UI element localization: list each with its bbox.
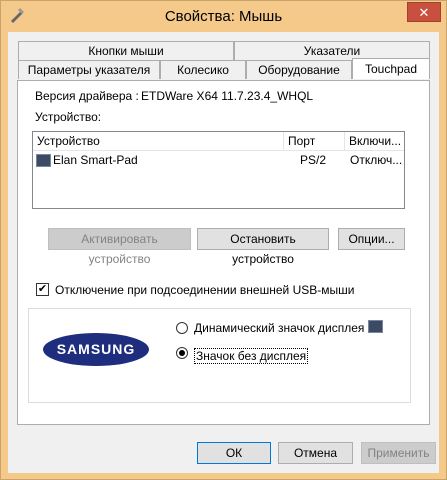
usb-disable-label: Отключение при подсоединении внешней USB… — [55, 283, 355, 297]
window-title: Свойства: Мышь — [164, 8, 283, 25]
tab-touchpad[interactable]: Touchpad — [352, 58, 430, 79]
stop-device-button[interactable]: Остановить устройство — [197, 228, 329, 266]
cancel-button[interactable]: Отмена — [278, 442, 353, 464]
tab-mouse-buttons[interactable]: Кнопки мыши — [18, 41, 234, 60]
usb-disable-checkbox[interactable]: ✔ — [36, 283, 49, 296]
radio-dynamic-label: Динамический значок дисплея — [194, 321, 365, 335]
column-port[interactable]: Порт — [284, 132, 345, 151]
driver-version-value: ETDWare X64 11.7.23.4_WHQL — [141, 89, 314, 103]
device-list-header: Устройство Порт Включи... — [33, 132, 404, 151]
device-enabled-status: Отключ... — [350, 153, 403, 167]
close-button[interactable]: ✕ — [407, 2, 441, 22]
device-row[interactable]: Elan Smart-Pad PS/2 Отключ... — [34, 151, 403, 169]
dynamic-icon-preview-icon — [368, 320, 383, 333]
tab-hardware[interactable]: Оборудование — [246, 60, 352, 79]
driver-version-label: Версия драйвера : — [35, 89, 139, 103]
radio-selected-dot — [179, 350, 185, 356]
tab-row-bottom: Параметры указателя Колесико Оборудовани… — [18, 58, 430, 79]
radio-static-icon[interactable] — [176, 347, 188, 359]
tab-wheel[interactable]: Колесико — [160, 60, 246, 79]
options-button[interactable]: Опции... — [338, 228, 405, 250]
device-port: PS/2 — [300, 153, 327, 167]
dialog-client-area: Кнопки мыши Указатели Параметры указател… — [8, 32, 439, 473]
apply-button[interactable]: Применить — [361, 442, 436, 464]
ok-button[interactable]: ОК — [197, 442, 271, 464]
title-bar: Свойства: Мышь ✕ — [1, 1, 446, 32]
radio-static-label: Значок без дисплея — [194, 348, 309, 364]
tab-pointer-options[interactable]: Параметры указателя — [18, 60, 160, 79]
samsung-logo: SAMSUNG — [43, 333, 149, 366]
device-name: Elan Smart-Pad — [53, 153, 138, 167]
device-label: Устройство: — [35, 110, 102, 124]
column-device[interactable]: Устройство — [33, 132, 284, 151]
device-list[interactable]: Устройство Порт Включи... Elan Smart-Pad… — [32, 131, 405, 209]
radio-dynamic-icon[interactable] — [176, 322, 188, 334]
column-enabled[interactable]: Включи... — [345, 132, 404, 151]
activate-device-button[interactable]: Активировать устройство — [48, 228, 191, 266]
mouse-properties-window: Свойства: Мышь ✕ Кнопки мыши Указатели П… — [0, 0, 447, 480]
touchpad-device-icon — [36, 154, 51, 167]
